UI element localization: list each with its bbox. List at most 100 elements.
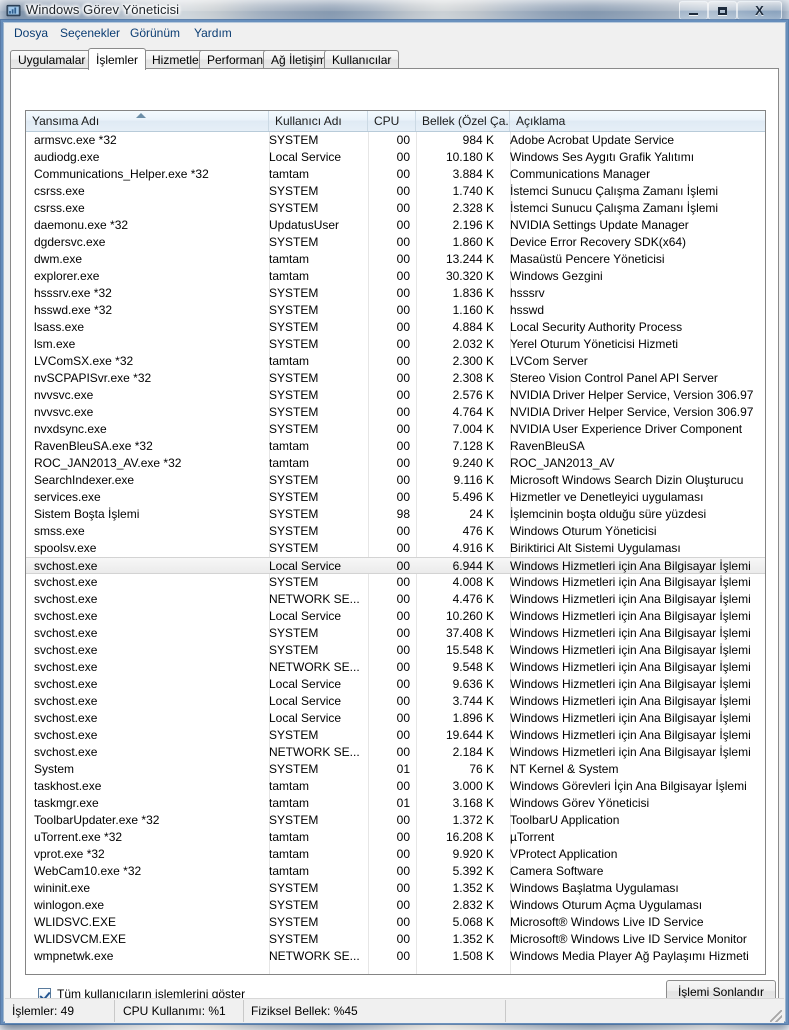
table-row[interactable]: daemonu.exe *32UpdatusUser002.196 KNVIDI… — [26, 217, 765, 234]
table-row[interactable]: ROC_JAN2013_AV.exe *32tamtam009.240 KROC… — [26, 455, 765, 472]
process-list[interactable]: Yansıma Adı Kullanıcı Adı CPU Bellek (Öz… — [25, 110, 766, 975]
table-row[interactable]: WLIDSVCM.EXESYSTEM001.352 KMicrosoft® Wi… — [26, 931, 765, 948]
table-row[interactable]: svchost.exeSYSTEM0037.408 KWindows Hizme… — [26, 625, 765, 642]
table-row[interactable]: svchost.exeLocal Service001.896 KWindows… — [26, 710, 765, 727]
table-row[interactable]: services.exeSYSTEM005.496 KHizmetler ve … — [26, 489, 765, 506]
cell-user-name: Local Service — [269, 608, 359, 625]
cell-cpu: 00 — [368, 693, 410, 710]
table-row[interactable]: armsvc.exe *32SYSTEM00984 KAdobe Acrobat… — [26, 132, 765, 149]
column-header-cpu[interactable]: CPU — [368, 111, 416, 131]
cell-description: Windows Media Player Ağ Paylaşımı Hizmet… — [510, 948, 760, 965]
table-row[interactable]: svchost.exeLocal Service003.744 KWindows… — [26, 693, 765, 710]
menu-item-gorunum[interactable]: Görünüm — [126, 25, 184, 41]
table-row[interactable]: lsm.exeSYSTEM002.032 KYerel Oturum Yönet… — [26, 336, 765, 353]
cell-user-name: SYSTEM — [269, 404, 359, 421]
menu-item-yardim[interactable]: Yardım — [190, 25, 236, 41]
cell-user-name: Local Service — [269, 149, 359, 166]
table-row[interactable]: lsass.exeSYSTEM004.884 KLocal Security A… — [26, 319, 765, 336]
cell-description: Microsoft® Windows Live ID Service — [510, 914, 760, 931]
cell-memory: 2.032 K — [416, 336, 502, 353]
table-row[interactable]: taskmgr.exetamtam013.168 KWindows Görev … — [26, 795, 765, 812]
cell-description: Hizmetler ve Denetleyici uygulaması — [510, 489, 760, 506]
table-row[interactable]: svchost.exeNETWORK SE...002.184 KWindows… — [26, 744, 765, 761]
cell-user-name: Local Service — [269, 676, 359, 693]
menu-item-secenekler[interactable]: Seçenekler — [56, 25, 124, 41]
table-row[interactable]: svchost.exeLocal Service0010.260 KWindow… — [26, 608, 765, 625]
table-row[interactable]: taskhost.exetamtam003.000 KWindows Görev… — [26, 778, 765, 795]
table-row[interactable]: spoolsv.exeSYSTEM004.916 KBiriktirici Al… — [26, 540, 765, 557]
table-row[interactable]: winlogon.exeSYSTEM002.832 KWindows Oturu… — [26, 897, 765, 914]
cell-user-name: tamtam — [269, 268, 359, 285]
cell-memory: 2.184 K — [416, 744, 502, 761]
table-row[interactable]: csrss.exeSYSTEM001.740 Kİstemci Sunucu Ç… — [26, 183, 765, 200]
table-row[interactable]: svchost.exeNETWORK SE...004.476 KWindows… — [26, 591, 765, 608]
table-row[interactable]: audiodg.exeLocal Service0010.180 KWindow… — [26, 149, 765, 166]
table-row[interactable]: nvvsvc.exeSYSTEM004.764 KNVIDIA Driver H… — [26, 404, 765, 421]
table-row[interactable]: svchost.exeNETWORK SE...009.548 KWindows… — [26, 659, 765, 676]
cell-cpu: 00 — [368, 846, 410, 863]
table-row[interactable]: WLIDSVC.EXESYSTEM005.068 KMicrosoft® Win… — [26, 914, 765, 931]
table-row[interactable]: hsswd.exe *32SYSTEM001.160 Khsswd — [26, 302, 765, 319]
table-row[interactable]: WebCam10.exe *32tamtam005.392 KCamera So… — [26, 863, 765, 880]
cell-image-name: RavenBleuSA.exe *32 — [34, 438, 259, 455]
cell-user-name: SYSTEM — [269, 880, 359, 897]
table-row[interactable]: uTorrent.exe *32tamtam0016.208 KµTorrent — [26, 829, 765, 846]
cell-cpu: 00 — [368, 778, 410, 795]
cell-memory: 1.352 K — [416, 931, 502, 948]
cell-image-name: daemonu.exe *32 — [34, 217, 259, 234]
table-row[interactable]: csrss.exeSYSTEM002.328 Kİstemci Sunucu Ç… — [26, 200, 765, 217]
cell-image-name: vprot.exe *32 — [34, 846, 259, 863]
close-button[interactable]: X — [737, 1, 782, 20]
resize-grip[interactable] — [770, 1010, 782, 1022]
table-row[interactable]: svchost.exeSYSTEM0015.548 KWindows Hizme… — [26, 642, 765, 659]
column-header-kullanici-adi[interactable]: Kullanıcı Adı — [269, 111, 368, 131]
cell-cpu: 00 — [368, 880, 410, 897]
table-row[interactable]: nvxdsync.exeSYSTEM007.004 KNVIDIA User E… — [26, 421, 765, 438]
table-row[interactable]: svchost.exeSYSTEM004.008 KWindows Hizmet… — [26, 574, 765, 591]
cell-description: Windows Oturum Açma Uygulaması — [510, 897, 760, 914]
cell-description: Yerel Oturum Yöneticisi Hizmeti — [510, 336, 760, 353]
cell-cpu: 00 — [368, 438, 410, 455]
table-row[interactable]: SystemSYSTEM0176 KNT Kernel & System — [26, 761, 765, 778]
table-row[interactable]: RavenBleuSA.exe *32tamtam007.128 KRavenB… — [26, 438, 765, 455]
cell-memory: 2.196 K — [416, 217, 502, 234]
table-row[interactable]: svchost.exeSYSTEM0019.644 KWindows Hizme… — [26, 727, 765, 744]
table-row[interactable]: dgdersvc.exeSYSTEM001.860 KDevice Error … — [26, 234, 765, 251]
table-row[interactable]: LVComSX.exe *32tamtam002.300 KLVCom Serv… — [26, 353, 765, 370]
cell-memory: 24 K — [416, 506, 502, 523]
table-row[interactable]: smss.exeSYSTEM00476 KWindows Oturum Yöne… — [26, 523, 765, 540]
menu-item-dosya[interactable]: Dosya — [10, 25, 52, 41]
column-header-yansima-adi[interactable]: Yansıma Adı — [26, 111, 269, 131]
table-row[interactable]: wininit.exeSYSTEM001.352 KWindows Başlat… — [26, 880, 765, 897]
table-row[interactable]: nvvsvc.exeSYSTEM002.576 KNVIDIA Driver H… — [26, 387, 765, 404]
table-row[interactable]: Sistem Boşta İşlemiSYSTEM9824 Kİşlemcini… — [26, 506, 765, 523]
table-row[interactable]: svchost.exeLocal Service006.944 KWindows… — [26, 557, 765, 574]
tab-islemler[interactable]: İşlemler — [88, 48, 146, 70]
cell-image-name: dgdersvc.exe — [34, 234, 259, 251]
table-row[interactable]: hsssrv.exe *32SYSTEM001.836 Khsssrv — [26, 285, 765, 302]
maximize-button[interactable] — [708, 1, 737, 20]
cell-user-name: SYSTEM — [269, 200, 359, 217]
cell-image-name: WLIDSVC.EXE — [34, 914, 259, 931]
table-row[interactable]: dwm.exetamtam0013.244 KMasaüstü Pencere … — [26, 251, 765, 268]
window-title: Windows Görev Yöneticisi — [26, 2, 179, 17]
table-row[interactable]: ToolbarUpdater.exe *32SYSTEM001.372 KToo… — [26, 812, 765, 829]
table-row[interactable]: svchost.exeLocal Service009.636 KWindows… — [26, 676, 765, 693]
cell-cpu: 00 — [368, 489, 410, 506]
table-row[interactable]: SearchIndexer.exeSYSTEM009.116 KMicrosof… — [26, 472, 765, 489]
column-header-aciklama[interactable]: Açıklama — [510, 111, 757, 131]
tab-uygulamalar[interactable]: Uygulamalar — [10, 50, 93, 69]
table-row[interactable]: nvSCPAPISvr.exe *32SYSTEM002.308 KStereo… — [26, 370, 765, 387]
table-row[interactable]: explorer.exetamtam0030.320 KWindows Gezg… — [26, 268, 765, 285]
table-row[interactable]: vprot.exe *32tamtam009.920 KVProtect App… — [26, 846, 765, 863]
tab-kullanicilar[interactable]: Kullanıcılar — [324, 50, 399, 69]
table-row[interactable]: wmpnetwk.exeNETWORK SE...001.508 KWindow… — [26, 948, 765, 965]
column-header-bellek[interactable]: Bellek (Özel Ça... — [416, 111, 510, 131]
minimize-button[interactable] — [679, 1, 708, 20]
cell-description: hsssrv — [510, 285, 760, 302]
table-row[interactable]: Communications_Helper.exe *32tamtam003.8… — [26, 166, 765, 183]
cell-memory: 5.496 K — [416, 489, 502, 506]
title-bar[interactable]: Windows Görev Yöneticisi X — [0, 0, 789, 22]
cell-image-name: svchost.exe — [34, 659, 259, 676]
cell-description: Microsoft® Windows Live ID Service Monit… — [510, 931, 760, 948]
